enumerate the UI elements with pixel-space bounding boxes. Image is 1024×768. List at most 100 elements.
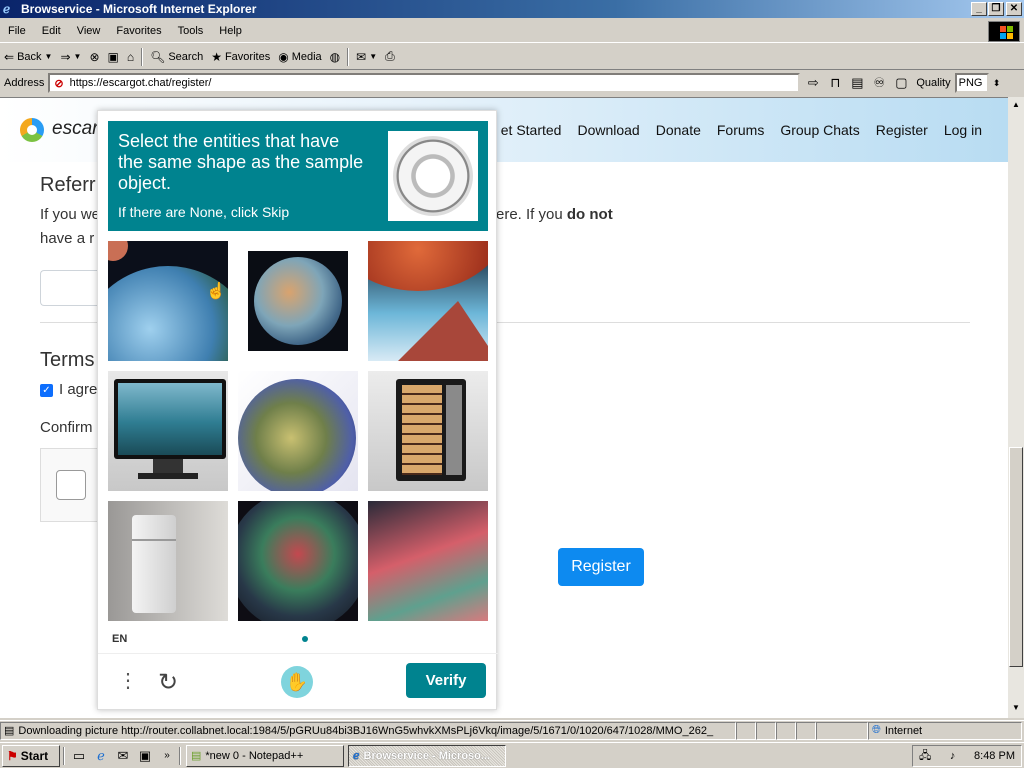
status-pane: [796, 721, 816, 740]
show-desktop-icon[interactable]: ▭: [70, 747, 88, 765]
address-url: https://escargot.chat/register/: [69, 77, 212, 89]
zone-text: Internet: [884, 724, 923, 737]
address-input[interactable]: ⊘ https://escargot.chat/register/: [48, 73, 801, 93]
nav-donate[interactable]: Donate: [656, 122, 701, 138]
captcha-tile-3[interactable]: [368, 241, 488, 361]
captcha-tile-8[interactable]: [238, 501, 358, 621]
captcha-tile-2[interactable]: [238, 241, 358, 361]
address-label: Address: [4, 77, 45, 89]
captcha-tile-1[interactable]: ☝: [108, 241, 228, 361]
captcha-prompt: Select the entities that have the same s…: [108, 121, 488, 231]
more-options-icon[interactable]: ⋮: [118, 669, 138, 695]
nav-register[interactable]: Register: [876, 122, 928, 138]
register-button[interactable]: Register: [558, 548, 644, 586]
outlook-quicklaunch-icon[interactable]: ✉: [114, 747, 132, 765]
agree-label: I agre: [59, 381, 98, 398]
status-pane: [816, 721, 868, 740]
menu-view[interactable]: View: [69, 25, 109, 37]
minimize-button[interactable]: _: [971, 2, 987, 16]
menu-help[interactable]: Help: [211, 25, 250, 37]
search-button[interactable]: 🔍︎ Search: [146, 50, 207, 64]
download-icon: ▤: [4, 725, 15, 737]
sample-image: [388, 131, 478, 221]
menu-file[interactable]: File: [0, 25, 34, 37]
refresh-icon[interactable]: ↻: [158, 668, 178, 697]
captcha-tile-4[interactable]: [108, 371, 228, 491]
history-button[interactable]: ◍: [326, 50, 344, 64]
status-bar: ▤ Downloading picture http://router.coll…: [0, 720, 1024, 740]
go-arrow-icon[interactable]: ⇨: [804, 74, 822, 92]
status-text: Downloading picture http://router.collab…: [18, 724, 714, 737]
scroll-up-icon[interactable]: ▲: [1009, 98, 1023, 112]
media-button[interactable]: ◉ Media: [274, 50, 325, 64]
language-selector[interactable]: EN: [112, 633, 127, 645]
task-browser[interactable]: ℯ Browservice - Microso...: [348, 744, 506, 767]
dropdown-arrow-icon: ▼: [73, 52, 82, 61]
explorer-quicklaunch-icon[interactable]: ▣: [136, 747, 154, 765]
address-bar: Address ⊘ https://escargot.chat/register…: [0, 71, 1024, 95]
stop-icon: ⊗: [89, 49, 100, 64]
task-notepad[interactable]: ▤ *new 0 - Notepad++: [186, 744, 344, 767]
site-logo-text[interactable]: escar: [52, 118, 98, 140]
menu-edit[interactable]: Edit: [34, 25, 69, 37]
quicklaunch-chevron-icon[interactable]: »: [158, 747, 176, 765]
terms-checkbox[interactable]: ✓: [40, 384, 53, 397]
zone-pane: 🌐︎ Internet: [868, 721, 1022, 740]
forward-arrow-icon: ⇒: [60, 49, 71, 64]
forward-button[interactable]: ⇒ ▼: [56, 50, 85, 64]
nav-group-chats[interactable]: Group Chats: [780, 122, 859, 138]
print-button[interactable]: ⎙: [381, 49, 399, 64]
toolbar-separator: [141, 47, 144, 66]
network-icon[interactable]: 🖧: [919, 747, 931, 766]
nav-login[interactable]: Log in: [944, 122, 982, 138]
back-button[interactable]: ⇐ Back ▼: [0, 50, 56, 64]
favorites-button[interactable]: ★ Favorites: [207, 50, 274, 64]
dropdown-arrow-icon: ▼: [44, 52, 53, 61]
close-button[interactable]: ✕: [1006, 2, 1022, 16]
hcaptcha-logo-icon[interactable]: ✋: [281, 666, 313, 698]
browser-viewport: escar et Started Download Donate Forums …: [0, 97, 1008, 718]
nav-download[interactable]: Download: [577, 122, 639, 138]
captcha-tile-9[interactable]: [368, 501, 488, 621]
nav-forums[interactable]: Forums: [717, 122, 764, 138]
maximize-button[interactable]: ❐: [988, 2, 1004, 16]
search-icon: 🔍︎: [150, 49, 166, 64]
captcha-tile-6[interactable]: [368, 371, 488, 491]
find-icon[interactable]: ♾: [870, 74, 888, 92]
ie-task-icon: ℯ: [353, 750, 360, 762]
back-arrow-icon: ⇐: [4, 49, 15, 64]
internet-globe-icon: 🌐︎: [872, 724, 881, 736]
menu-favorites[interactable]: Favorites: [108, 25, 169, 37]
media-icon: ◉: [278, 49, 289, 64]
menu-tools[interactable]: Tools: [170, 25, 212, 37]
quality-select[interactable]: PNG: [954, 73, 989, 93]
bookmark-icon[interactable]: ⊓: [826, 74, 844, 92]
refresh-page-icon: ▣: [107, 49, 119, 64]
captcha-checkbox[interactable]: [56, 470, 86, 500]
prompt-text: Select the entities that have the same s…: [118, 131, 364, 193]
terms-heading: Terms: [40, 349, 95, 371]
captcha-tile-5[interactable]: [238, 371, 358, 491]
clock: 8:48 PM: [974, 750, 1015, 762]
scroll-down-icon[interactable]: ▼: [1009, 701, 1023, 715]
ie-quicklaunch-icon[interactable]: ℯ: [92, 747, 110, 765]
status-pane: [776, 721, 796, 740]
escargot-logo-icon[interactable]: [20, 118, 44, 142]
vertical-scrollbar[interactable]: ▲ ▼: [1008, 97, 1024, 718]
quality-stepper-icon[interactable]: ⬍: [990, 74, 1004, 92]
start-button[interactable]: ⚑ Start: [2, 744, 60, 767]
mail-button[interactable]: ✉ ▼: [352, 50, 381, 64]
home-button[interactable]: ⌂: [123, 50, 138, 64]
page-view-icon[interactable]: ▤: [848, 74, 866, 92]
volume-icon[interactable]: ♪: [950, 750, 956, 762]
nav-get-started[interactable]: et Started: [501, 122, 562, 138]
clipboard-icon[interactable]: ▢: [892, 74, 910, 92]
captcha-tile-7[interactable]: [108, 501, 228, 621]
verify-button[interactable]: Verify: [406, 663, 486, 698]
stop-button[interactable]: ⊗: [85, 50, 103, 64]
ie-icon: ℯ: [3, 2, 11, 16]
scroll-thumb[interactable]: [1009, 447, 1023, 667]
taskbar-separator: [63, 746, 65, 765]
taskbar-separator: [179, 746, 181, 765]
refresh-button[interactable]: ▣: [104, 50, 123, 64]
